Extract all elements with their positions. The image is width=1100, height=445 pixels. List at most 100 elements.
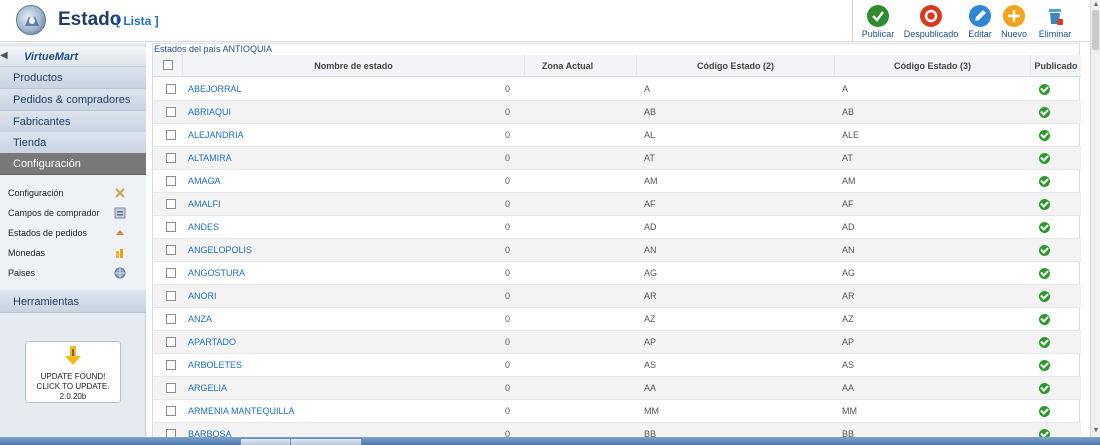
table-header: Nombre de estado Zona Actual Código Esta… bbox=[153, 55, 1081, 77]
published-check-icon[interactable] bbox=[1039, 383, 1050, 394]
state-name-link[interactable]: APARTADO bbox=[188, 331, 488, 354]
published-check-icon[interactable] bbox=[1039, 268, 1050, 279]
published-check-icon[interactable] bbox=[1039, 245, 1050, 256]
state-name-link[interactable]: ALEJANDRIA bbox=[188, 124, 488, 147]
page-subtitle: [ Lista ] bbox=[116, 14, 159, 28]
table-row[interactable]: ANZA 0 AZ AZ bbox=[153, 308, 1081, 331]
state-name-link[interactable]: AMALFI bbox=[188, 193, 488, 216]
table-row[interactable]: ARGELIA 0 AA AA bbox=[153, 377, 1081, 400]
sidebar: ◀ VirtueMart Productos Pedidos & comprad… bbox=[0, 43, 146, 445]
state-name-link[interactable]: ANZA bbox=[188, 308, 488, 331]
row-checkbox[interactable] bbox=[166, 314, 176, 324]
state-name-link[interactable]: ABRIAQUI bbox=[188, 101, 488, 124]
row-checkbox[interactable] bbox=[166, 222, 176, 232]
select-all-cell bbox=[153, 55, 183, 77]
table-row[interactable]: ANORI 0 AR AR bbox=[153, 285, 1081, 308]
published-check-icon[interactable] bbox=[1039, 222, 1050, 233]
row-checkbox[interactable] bbox=[166, 245, 176, 255]
state-name-link[interactable]: ARBOLETES bbox=[188, 354, 488, 377]
publish-button[interactable]: Publicar bbox=[859, 3, 897, 41]
col-zona[interactable]: Zona Actual bbox=[499, 55, 637, 77]
sidebar-item-configuracion[interactable]: Configuración bbox=[0, 153, 146, 175]
scroll-down-icon[interactable]: ▼ bbox=[1092, 427, 1100, 435]
sidebar-item-pedidos[interactable]: Pedidos & compradores bbox=[0, 89, 146, 111]
col-codigo2[interactable]: Código Estado (2) bbox=[637, 55, 835, 77]
published-check-icon[interactable] bbox=[1039, 153, 1050, 164]
published-check-icon[interactable] bbox=[1039, 406, 1050, 417]
row-checkbox[interactable] bbox=[166, 199, 176, 209]
published-check-icon[interactable] bbox=[1039, 107, 1050, 118]
row-checkbox[interactable] bbox=[166, 268, 176, 278]
submenu-campos-comprador[interactable]: Campos de comprador bbox=[8, 204, 138, 222]
state-name-link[interactable]: ALTAMIRA bbox=[188, 147, 488, 170]
table-row[interactable]: ABEJORRAL 0 A A bbox=[153, 78, 1081, 101]
delete-button[interactable]: Eliminar bbox=[1035, 3, 1075, 41]
row-checkbox[interactable] bbox=[166, 153, 176, 163]
published-check-icon[interactable] bbox=[1039, 176, 1050, 187]
code3-cell: AZ bbox=[842, 314, 854, 324]
zone-cell: 0 bbox=[505, 314, 511, 324]
table-row[interactable]: APARTADO 0 AP AP bbox=[153, 331, 1081, 354]
zone-cell: 0 bbox=[505, 130, 511, 140]
vertical-scrollbar[interactable]: ▲ ▼ bbox=[1090, 0, 1100, 437]
row-checkbox[interactable] bbox=[166, 107, 176, 117]
row-checkbox[interactable] bbox=[166, 383, 176, 393]
col-nombre[interactable]: Nombre de estado bbox=[183, 55, 525, 77]
published-check-icon[interactable] bbox=[1039, 337, 1050, 348]
unpublish-button[interactable]: Despublicado bbox=[903, 3, 959, 41]
edit-button[interactable]: Editar bbox=[965, 3, 995, 41]
col-publicado[interactable]: Publicado bbox=[1031, 55, 1081, 77]
state-name-link[interactable]: ANGELOPOLIS bbox=[188, 239, 488, 262]
sidebar-item-herramientas[interactable]: Herramientas bbox=[0, 291, 146, 313]
sidebar-item-tienda[interactable]: Tienda bbox=[0, 132, 146, 154]
row-checkbox[interactable] bbox=[166, 406, 176, 416]
table-row[interactable]: ARBOLETES 0 AS AS bbox=[153, 354, 1081, 377]
select-all-checkbox[interactable] bbox=[163, 60, 173, 70]
published-check-icon[interactable] bbox=[1039, 199, 1050, 210]
table-row[interactable]: ALEJANDRIA 0 AL ALE bbox=[153, 124, 1081, 147]
submenu-paises[interactable]: Paises bbox=[8, 264, 138, 282]
published-check-icon[interactable] bbox=[1039, 314, 1050, 325]
sidebar-item-fabricantes[interactable]: Fabricantes bbox=[0, 111, 146, 133]
table-row[interactable]: ANGOSTURA 0 AG AG bbox=[153, 262, 1081, 285]
table-row[interactable]: ABRIAQUI 0 AB AB bbox=[153, 101, 1081, 124]
state-name-link[interactable]: AMAGA bbox=[188, 170, 488, 193]
scroll-up-icon[interactable]: ▲ bbox=[1092, 1, 1100, 9]
state-name-link[interactable]: ANORI bbox=[188, 285, 488, 308]
state-name-link[interactable]: ANGOSTURA bbox=[188, 262, 488, 285]
taskbar-button[interactable] bbox=[290, 438, 362, 445]
published-check-icon[interactable] bbox=[1039, 291, 1050, 302]
table-row[interactable]: AMAGA 0 AM AM bbox=[153, 170, 1081, 193]
row-checkbox[interactable] bbox=[166, 130, 176, 140]
zone-cell: 0 bbox=[505, 291, 511, 301]
state-name-link[interactable]: ARMENIA MANTEQUILLA bbox=[188, 400, 488, 423]
collapse-arrow-icon[interactable]: ◀ bbox=[0, 50, 8, 61]
row-checkbox[interactable] bbox=[166, 176, 176, 186]
zone-cell: 0 bbox=[505, 222, 511, 232]
table-row[interactable]: ANGELOPOLIS 0 AN AN bbox=[153, 239, 1081, 262]
scroll-thumb[interactable] bbox=[1092, 10, 1099, 50]
row-checkbox[interactable] bbox=[166, 84, 176, 94]
table-row[interactable]: ARMENIA MANTEQUILLA 0 MM MM bbox=[153, 400, 1081, 423]
row-checkbox[interactable] bbox=[166, 360, 176, 370]
table-row[interactable]: ALTAMIRA 0 AT AT bbox=[153, 147, 1081, 170]
table-row[interactable]: ANDES 0 AD AD bbox=[153, 216, 1081, 239]
submenu-monedas[interactable]: Monedas bbox=[8, 244, 138, 262]
code3-cell: AT bbox=[842, 153, 853, 163]
row-checkbox[interactable] bbox=[166, 291, 176, 301]
state-name-link[interactable]: ARGELIA bbox=[188, 377, 488, 400]
state-name-link[interactable]: ANDES bbox=[188, 216, 488, 239]
new-button[interactable]: Nuevo bbox=[999, 3, 1029, 41]
submenu-configuracion[interactable]: Configuración bbox=[8, 184, 138, 202]
published-check-icon[interactable] bbox=[1039, 360, 1050, 371]
code3-cell: A bbox=[842, 84, 849, 94]
sidebar-item-productos[interactable]: Productos bbox=[0, 67, 146, 89]
published-check-icon[interactable] bbox=[1039, 130, 1050, 141]
row-checkbox[interactable] bbox=[166, 337, 176, 347]
submenu-estados-pedidos[interactable]: Estados de pedidos bbox=[8, 224, 138, 242]
state-name-link[interactable]: ABEJORRAL bbox=[188, 78, 488, 101]
col-codigo3[interactable]: Código Estado (3) bbox=[835, 55, 1031, 77]
published-check-icon[interactable] bbox=[1039, 84, 1050, 95]
table-row[interactable]: AMALFI 0 AF AF bbox=[153, 193, 1081, 216]
update-notice-button[interactable]: UPDATE FOUND! CLICK TO UPDATE. 2.0.20b bbox=[25, 341, 121, 403]
